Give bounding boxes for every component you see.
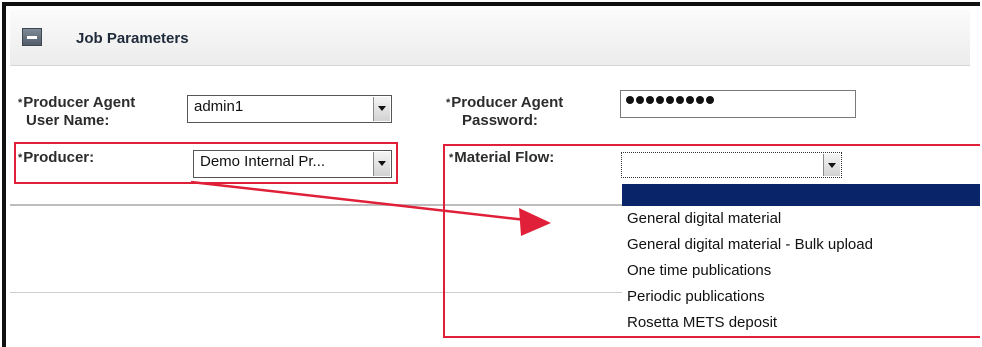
window-frame: Job Parameters *Producer Agent User Name… (2, 2, 980, 347)
annotation-arrow-icon (190, 180, 551, 236)
